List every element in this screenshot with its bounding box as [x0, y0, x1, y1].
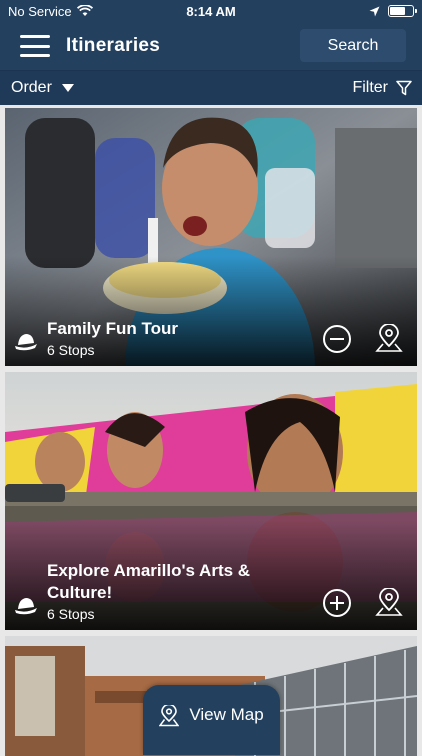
status-bar: No Service 8:14 AM: [0, 0, 422, 22]
itinerary-name: Explore Amarillo's Arts & Culture!: [47, 561, 251, 602]
itinerary-name: Family Fun Tour: [47, 319, 178, 338]
itinerary-stops: 6 Stops: [47, 606, 95, 622]
carrier-label: No Service: [8, 3, 72, 19]
order-dropdown[interactable]: Order: [11, 79, 74, 97]
page-title: Itineraries: [66, 35, 161, 56]
itinerary-card[interactable]: Family Fun Tour 6 Stops: [5, 108, 417, 366]
itinerary-list: Family Fun Tour 6 Stops Explore Amarillo…: [0, 105, 422, 756]
hamburger-icon[interactable]: [20, 35, 50, 57]
view-map-label: View Map: [189, 705, 264, 724]
nav-bar: Itineraries Search: [0, 22, 422, 70]
search-button[interactable]: Search: [300, 29, 406, 62]
view-map-button[interactable]: View Map: [143, 685, 280, 755]
map-pin-icon[interactable]: [375, 324, 403, 354]
filter-icon: [396, 80, 412, 96]
battery-icon: [388, 5, 417, 17]
hat-icon: [15, 334, 37, 351]
filter-button[interactable]: Filter: [352, 79, 412, 97]
caret-down-icon: [61, 84, 74, 92]
itinerary-card[interactable]: Explore Amarillo's Arts & Culture! 6 Sto…: [5, 372, 417, 630]
hat-icon: [15, 598, 37, 615]
sort-filter-bar: Order Filter: [0, 70, 422, 105]
location-arrow-icon: [369, 6, 380, 16]
map-pin-icon[interactable]: [375, 588, 403, 618]
itinerary-stops: 6 Stops: [47, 342, 95, 358]
order-label: Order: [11, 79, 52, 96]
filter-label: Filter: [352, 79, 388, 96]
map-pin-icon: [159, 705, 180, 727]
header: No Service 8:14 AM Itineraries Search Or…: [0, 0, 422, 105]
add-itinerary-button[interactable]: [323, 589, 351, 617]
wifi-icon: [76, 5, 93, 16]
remove-itinerary-button[interactable]: [323, 325, 351, 353]
